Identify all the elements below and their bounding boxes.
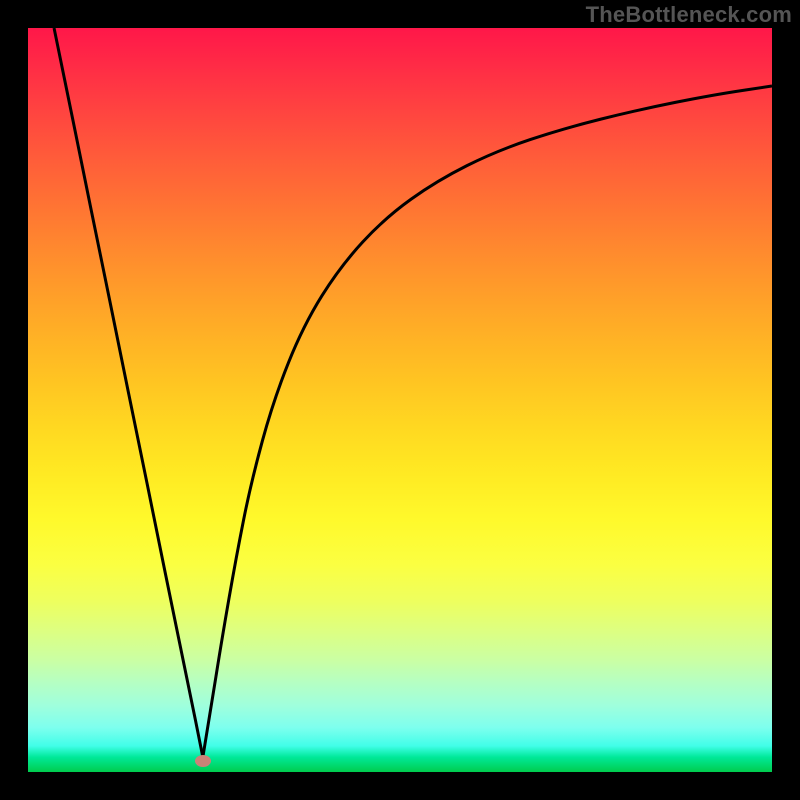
curve-svg xyxy=(28,28,772,772)
plot-area xyxy=(28,28,772,772)
curve-left xyxy=(54,28,203,757)
curve-right xyxy=(203,86,772,757)
watermark-label: TheBottleneck.com xyxy=(586,2,792,28)
chart-container: TheBottleneck.com xyxy=(0,0,800,800)
optimum-marker xyxy=(195,755,211,767)
